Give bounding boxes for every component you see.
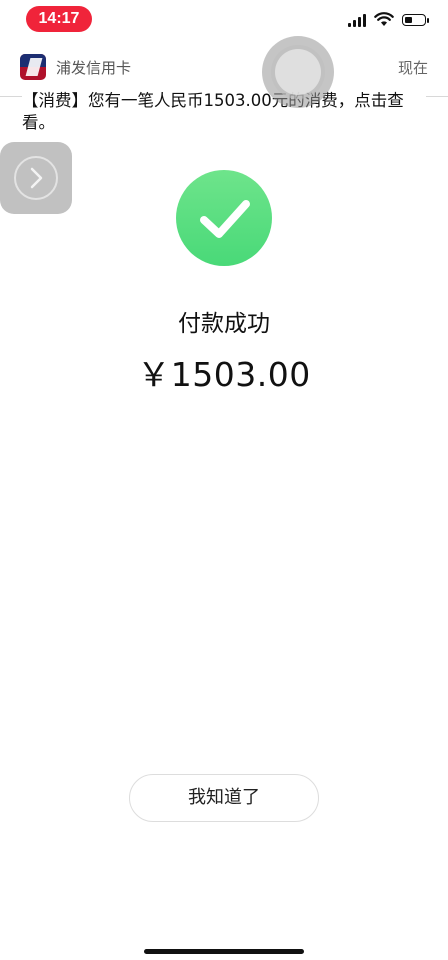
status-icons [348,12,429,27]
checkmark-icon [200,200,250,238]
success-check-circle [176,170,272,266]
payment-success-title: 付款成功 [178,311,270,337]
notification-time: 现在 [397,59,428,77]
wifi-icon [374,12,394,26]
payment-amount: ￥1503.00 [137,355,311,394]
notification-header[interactable]: 浦发信用卡 现在 [20,52,428,82]
notification-app-name: 浦发信用卡 [56,59,132,77]
signal-icon [348,13,366,27]
got-it-button[interactable]: 我知道了 [129,774,319,822]
side-expand-button[interactable] [0,142,72,214]
assistive-touch-icon[interactable] [262,36,334,108]
status-time[interactable]: 14:17 [26,6,92,32]
spdb-credit-card-icon [20,54,46,80]
home-indicator[interactable] [144,949,304,954]
chevron-right-icon [30,167,43,189]
notification-body[interactable]: 【消费】您有一笔人民币1503.00元的消费，点击查看。 [22,88,426,134]
status-bar: 14:17 [0,0,448,40]
battery-icon [402,13,429,26]
